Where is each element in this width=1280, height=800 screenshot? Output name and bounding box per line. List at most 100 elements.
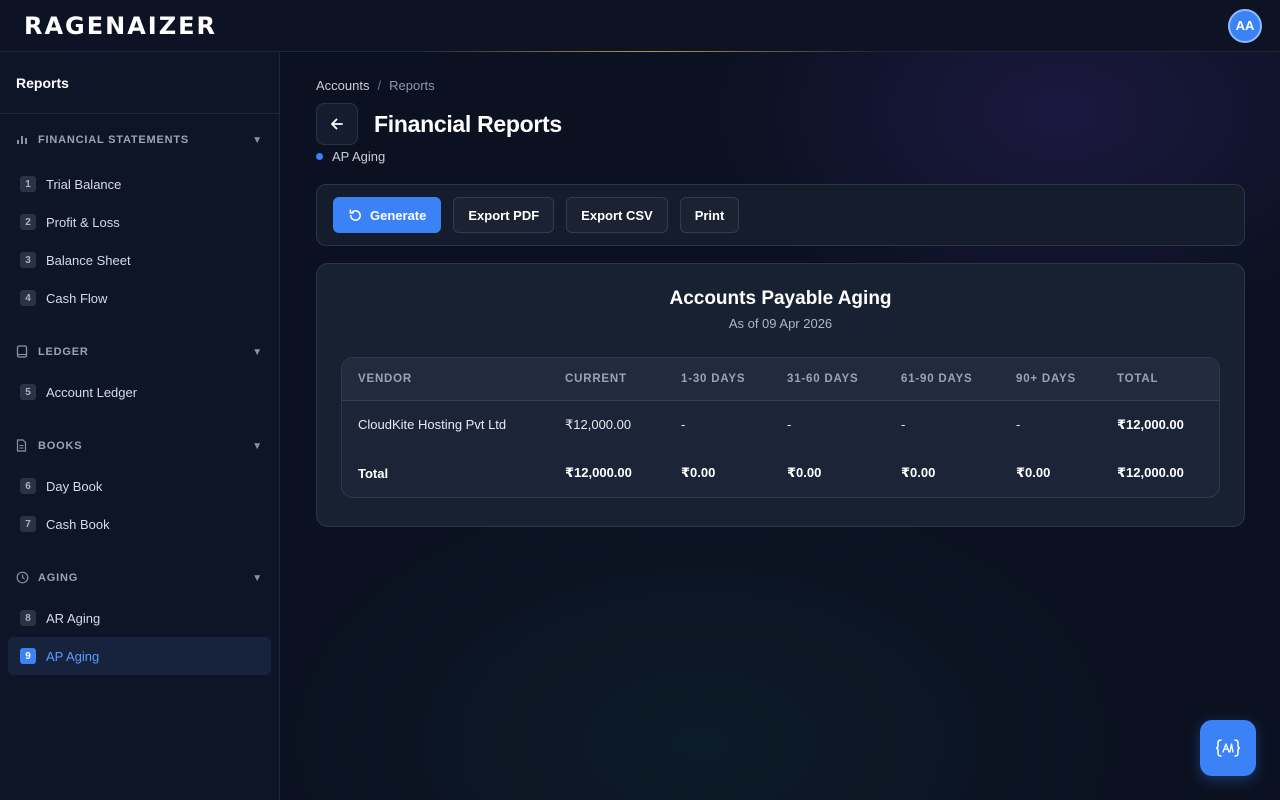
section-header-ledger[interactable]: LEDGER ▼ xyxy=(8,331,271,373)
aging-table: VENDOR CURRENT 1-30 DAYS 31-60 DAYS 61-9… xyxy=(342,358,1219,497)
section-label: LEDGER xyxy=(38,346,89,358)
report-date: As of 09 Apr 2026 xyxy=(728,316,833,331)
sidebar-section-financial-statements: FINANCIAL STATEMENTS ▼ 1 Trial Balance 2… xyxy=(0,115,279,317)
bar-chart-icon xyxy=(16,133,30,147)
cell-1-30-days: - xyxy=(681,417,686,433)
report-type-label: AP Aging xyxy=(332,149,386,164)
table-row[interactable]: CloudKite Hosting Pvt Ltd ₹12,000.00 - -… xyxy=(342,400,1219,449)
sidebar-item-label: AR Aging xyxy=(46,610,101,626)
total-1-30-days: ₹0.00 xyxy=(681,465,716,480)
column-header-total[interactable]: TOTAL xyxy=(1101,358,1219,401)
chevron-down-icon[interactable]: ▼ xyxy=(252,573,263,584)
breadcrumb: Accounts / Reports xyxy=(316,78,1245,93)
breadcrumb-separator: / xyxy=(377,78,382,93)
column-header-31-60-days[interactable]: 31-60 DAYS xyxy=(771,358,885,401)
section-label: BOOKS xyxy=(38,440,83,452)
page-title: Financial Reports xyxy=(374,110,562,137)
column-header-90-plus-days[interactable]: 90+ DAYS xyxy=(1000,358,1101,401)
item-number: 3 xyxy=(20,252,36,268)
export-csv-button[interactable]: Export CSV xyxy=(566,197,668,233)
sidebar-item-profit-loss[interactable]: 2 Profit & Loss xyxy=(8,203,271,241)
column-header-1-30-days[interactable]: 1-30 DAYS xyxy=(665,358,771,401)
export-pdf-button[interactable]: Export PDF xyxy=(453,197,555,233)
arrow-left-icon xyxy=(331,118,343,130)
table-total-row: Total ₹12,000.00 ₹0.00 ₹0.00 ₹0.00 ₹0.00… xyxy=(342,449,1219,497)
sidebar-item-label: Balance Sheet xyxy=(46,252,131,268)
print-button[interactable]: Print xyxy=(679,197,740,233)
cell-vendor: CloudKite Hosting Pvt Ltd xyxy=(358,417,507,433)
aging-table-container: VENDOR CURRENT 1-30 DAYS 31-60 DAYS 61-9… xyxy=(341,357,1220,498)
total-current: ₹12,000.00 xyxy=(565,465,632,480)
sidebar-item-trial-balance[interactable]: 1 Trial Balance xyxy=(8,165,271,203)
breadcrumb-current: Reports xyxy=(389,78,435,93)
cell-31-60-days: - xyxy=(787,417,792,433)
total-grand: ₹12,000.00 xyxy=(1117,465,1184,480)
sidebar-item-cash-book[interactable]: 7 Cash Book xyxy=(8,505,271,543)
item-number: 6 xyxy=(20,478,36,494)
chevron-down-icon[interactable]: ▼ xyxy=(252,135,263,146)
item-number: 4 xyxy=(20,290,36,306)
top-bar: RAGENAIZER AA xyxy=(0,0,1280,52)
sidebar-item-balance-sheet[interactable]: 3 Balance Sheet xyxy=(8,241,271,279)
generate-button[interactable]: Generate xyxy=(333,197,442,233)
sidebar-item-day-book[interactable]: 6 Day Book xyxy=(8,467,271,505)
user-avatar[interactable]: AA xyxy=(1228,8,1262,43)
table-header-row: VENDOR CURRENT 1-30 DAYS 31-60 DAYS 61-9… xyxy=(342,358,1219,401)
document-icon xyxy=(16,439,30,453)
item-number: 7 xyxy=(20,516,36,532)
column-header-current[interactable]: CURRENT xyxy=(549,358,665,401)
report-type-indicator: AP Aging xyxy=(316,149,1245,164)
sidebar-section-aging: AGING ▼ 8 AR Aging 9 AP Aging xyxy=(0,557,279,675)
generate-label: Generate xyxy=(370,207,427,223)
sidebar-item-label: Profit & Loss xyxy=(46,214,120,230)
section-label: AGING xyxy=(38,572,79,584)
column-header-61-90-days[interactable]: 61-90 DAYS xyxy=(885,358,1000,401)
sidebar-item-ar-aging[interactable]: 8 AR Aging xyxy=(8,599,271,637)
item-number: 8 xyxy=(20,610,36,626)
cell-61-90-days: - xyxy=(901,417,906,433)
sidebar-item-label: Cash Flow xyxy=(46,290,108,306)
sidebar: Reports FINANCIAL STATEMENTS ▼ 1 Trial B… xyxy=(0,52,280,800)
main-content: Accounts / Reports Financial Reports AP … xyxy=(281,52,1280,800)
breadcrumb-accounts-link[interactable]: Accounts xyxy=(316,78,369,93)
total-31-60-days: ₹0.00 xyxy=(787,465,822,480)
sidebar-item-account-ledger[interactable]: 5 Account Ledger xyxy=(8,373,271,411)
status-dot xyxy=(316,153,323,160)
sidebar-title: Reports xyxy=(0,52,279,114)
sidebar-item-label: AP Aging xyxy=(46,648,100,664)
total-label: Total xyxy=(358,465,389,481)
sidebar-item-label: Trial Balance xyxy=(46,176,122,192)
sidebar-item-cash-flow[interactable]: 4 Cash Flow xyxy=(8,279,271,317)
sidebar-section-ledger: LEDGER ▼ 5 Account Ledger xyxy=(0,331,279,411)
total-90-plus-days: ₹0.00 xyxy=(1016,465,1051,480)
ai-assistant-icon xyxy=(1215,739,1241,757)
column-header-vendor[interactable]: VENDOR xyxy=(342,358,549,401)
section-header-books[interactable]: BOOKS ▼ xyxy=(8,425,271,467)
back-button[interactable] xyxy=(316,103,358,145)
sidebar-item-label: Day Book xyxy=(46,478,103,494)
title-row: Financial Reports xyxy=(316,103,1245,145)
chevron-down-icon[interactable]: ▼ xyxy=(252,347,263,358)
book-icon xyxy=(16,345,30,359)
sidebar-item-ap-aging[interactable]: 9 AP Aging xyxy=(8,637,271,675)
sidebar-item-label: Cash Book xyxy=(46,516,110,532)
item-number: 2 xyxy=(20,214,36,230)
section-label: FINANCIAL STATEMENTS xyxy=(38,134,190,146)
chevron-down-icon[interactable]: ▼ xyxy=(252,441,263,452)
cell-current: ₹12,000.00 xyxy=(565,416,632,432)
cell-total: ₹12,000.00 xyxy=(1117,416,1184,432)
report-card: Accounts Payable Aging As of 09 Apr 2026… xyxy=(316,263,1245,527)
report-title: Accounts Payable Aging xyxy=(669,288,892,309)
section-header-financial-statements[interactable]: FINANCIAL STATEMENTS ▼ xyxy=(8,115,271,165)
report-toolbar: Generate Export PDF Export CSV Print xyxy=(316,184,1245,246)
sidebar-item-label: Account Ledger xyxy=(46,384,138,400)
sidebar-section-books: BOOKS ▼ 6 Day Book 7 Cash Book xyxy=(0,425,279,543)
item-number: 5 xyxy=(20,384,36,400)
section-header-aging[interactable]: AGING ▼ xyxy=(8,557,271,599)
item-number: 1 xyxy=(20,176,36,192)
cell-90-plus-days: - xyxy=(1016,417,1021,433)
refresh-icon xyxy=(348,208,363,223)
item-number: 9 xyxy=(20,648,36,664)
assistant-fab-button[interactable] xyxy=(1200,720,1256,776)
app-logo[interactable]: RAGENAIZER xyxy=(24,12,217,40)
